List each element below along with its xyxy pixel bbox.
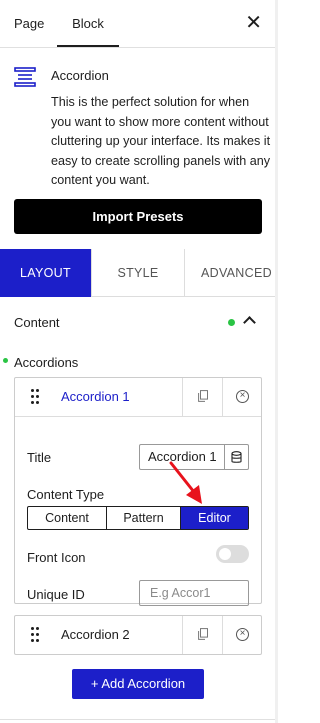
tab-block[interactable]: Block [57,0,119,48]
copy-icon [198,390,208,402]
dynamic-data-button[interactable] [225,444,249,470]
tab-layout[interactable]: LAYOUT [0,249,91,297]
tab-style[interactable]: STYLE [91,249,184,297]
content-panel-heading[interactable]: Content [14,315,60,330]
sidebar-tabs: Page Block ✕ [0,0,278,48]
content-type-pattern[interactable]: Pattern [107,507,181,529]
duplicate-button[interactable] [182,378,222,416]
unique-id-input[interactable]: E.g Accor1 [139,580,249,606]
import-presets-button[interactable]: Import Presets [14,199,262,234]
content-type-editor[interactable]: Editor [181,507,248,529]
close-circle-icon: × [236,628,249,641]
active-tab-indicator [57,45,119,47]
status-dot [3,358,8,363]
scrollbar[interactable] [275,0,278,723]
close-circle-icon: × [236,390,249,403]
block-title: Accordion [51,68,109,83]
unique-id-label: Unique ID [27,587,85,602]
content-type-selector: Content Pattern Editor [27,506,249,530]
accordion-item-header[interactable]: Accordion 1 × [15,378,261,416]
block-description: This is the perfect solution for when yo… [51,95,271,187]
status-dot [228,319,235,326]
accordion-item: Accordion 1 × Title Accordion 1 Content … [14,377,262,606]
accordion-item-name[interactable]: Accordion 2 [61,627,130,642]
tab-page[interactable]: Page [14,0,44,48]
add-accordion-button[interactable]: + Add Accordion [72,669,204,699]
chevron-up-icon[interactable] [243,316,256,329]
title-label: Title [27,450,52,465]
database-icon [231,451,242,463]
copy-icon [198,628,208,640]
remove-button[interactable]: × [222,616,262,654]
drag-handle-icon[interactable] [31,627,39,643]
accordion-item-name[interactable]: Accordion 1 [61,389,130,404]
front-icon-label: Front Icon [27,550,86,565]
front-icon-toggle[interactable] [216,545,249,563]
annotation-arrow-icon [169,461,202,504]
close-icon[interactable]: ✕ [245,13,262,33]
content-type-content[interactable]: Content [28,507,107,529]
duplicate-button[interactable] [182,616,222,654]
accordion-item-header[interactable]: Accordion 2 × [15,616,261,654]
section-tabs: LAYOUT STYLE ADVANCED [0,249,278,297]
accordion-icon [14,67,36,87]
toggle-knob [219,548,231,560]
accordions-label: Accordions [14,355,79,370]
accordion-item: Accordion 2 × [14,615,262,655]
remove-button[interactable]: × [222,378,262,416]
divider [0,719,278,720]
tab-advanced[interactable]: ADVANCED [184,249,278,297]
content-type-label: Content Type [27,487,105,502]
drag-handle-icon[interactable] [31,389,39,405]
accordion-item-settings: Title Accordion 1 Content Type Content P… [15,416,261,606]
